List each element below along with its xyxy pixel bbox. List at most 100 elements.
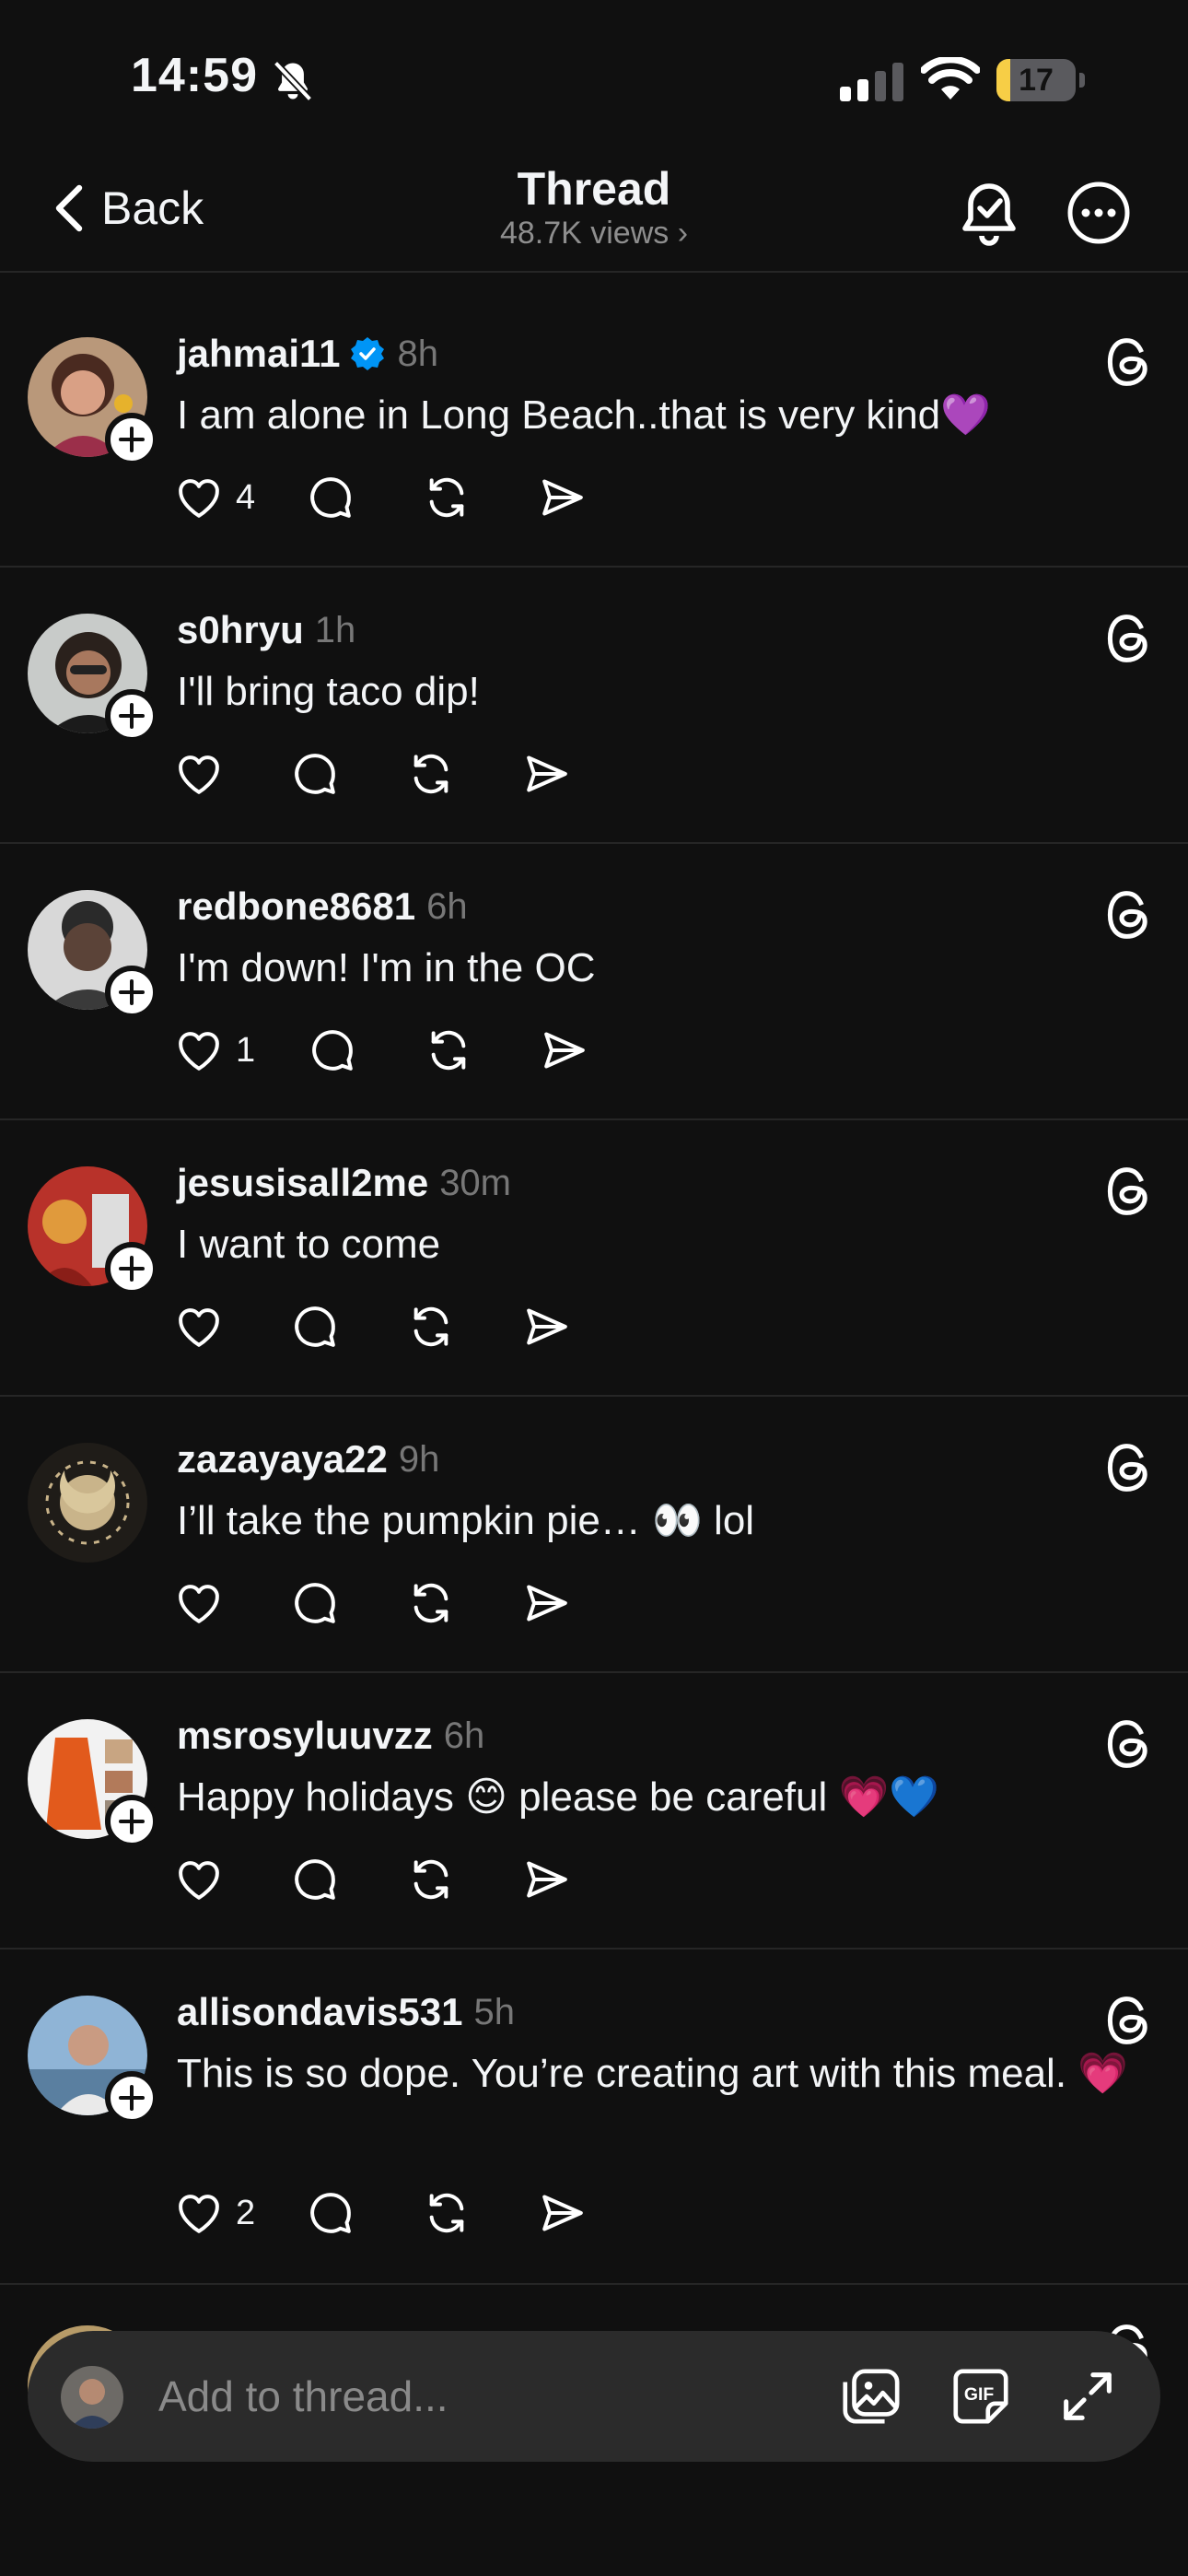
reply-actions bbox=[173, 1299, 573, 1354]
image-gallery-icon[interactable] bbox=[838, 2364, 903, 2429]
reply-button[interactable] bbox=[307, 1025, 358, 1076]
heart-icon bbox=[179, 1032, 219, 1071]
expand-icon[interactable] bbox=[1055, 2364, 1120, 2429]
repost-icon bbox=[413, 754, 448, 794]
comment-icon bbox=[295, 1859, 335, 1900]
reply-text: Happy holidays 😊 please be careful 💗💙 bbox=[177, 1774, 940, 1820]
timestamp: 8h bbox=[397, 333, 438, 374]
repost-button[interactable] bbox=[405, 1301, 457, 1352]
reply-actions: 4 bbox=[173, 470, 588, 525]
more-options-icon[interactable] bbox=[1066, 181, 1131, 245]
follow-plus-button[interactable] bbox=[105, 413, 158, 466]
plus-icon bbox=[119, 1809, 145, 1834]
reply-button[interactable] bbox=[289, 1301, 341, 1352]
share-button[interactable] bbox=[537, 472, 588, 523]
heart-icon bbox=[179, 755, 219, 794]
reply-actions bbox=[173, 746, 573, 802]
comment-icon bbox=[310, 477, 351, 518]
reply-text: I’ll take the pumpkin pie… 👀 lol bbox=[177, 1498, 755, 1543]
timestamp: 9h bbox=[398, 1438, 440, 1480]
reply-button[interactable] bbox=[305, 472, 356, 523]
username[interactable]: jahmai11 bbox=[177, 332, 340, 376]
heart-icon bbox=[179, 1585, 219, 1623]
like-button[interactable] bbox=[173, 1301, 225, 1352]
like-button[interactable] bbox=[173, 1577, 225, 1629]
reply-item: s0hryu 1h I'll bring taco dip! bbox=[0, 568, 1188, 844]
comment-icon bbox=[295, 1583, 335, 1623]
repost-button[interactable] bbox=[421, 472, 472, 523]
repost-button[interactable] bbox=[423, 1025, 474, 1076]
like-button[interactable] bbox=[173, 748, 225, 800]
repost-button[interactable] bbox=[421, 2187, 472, 2239]
reply-header: redbone8681 6h bbox=[177, 884, 468, 929]
threads-logo-icon bbox=[1107, 891, 1147, 939]
share-button[interactable] bbox=[521, 1577, 573, 1629]
username[interactable]: msrosyluuvzz bbox=[177, 1714, 433, 1758]
threads-logo-icon bbox=[1107, 615, 1147, 662]
like-button[interactable] bbox=[173, 1854, 225, 1905]
comment-icon bbox=[295, 1306, 335, 1347]
heart-icon bbox=[179, 1308, 219, 1347]
add-to-thread-input[interactable]: Add to thread... bbox=[158, 2371, 448, 2421]
repost-button[interactable] bbox=[405, 748, 457, 800]
add-to-thread-bar[interactable]: Add to thread... GIF bbox=[28, 2331, 1160, 2462]
comment-icon bbox=[295, 754, 335, 794]
follow-plus-button[interactable] bbox=[105, 1795, 158, 1848]
like-count: 2 bbox=[236, 2193, 256, 2232]
share-button[interactable] bbox=[537, 2187, 588, 2239]
send-icon bbox=[542, 479, 583, 516]
repost-button[interactable] bbox=[405, 1854, 457, 1905]
my-avatar bbox=[61, 2366, 123, 2429]
threads-logo-icon bbox=[1107, 1444, 1147, 1492]
reply-text: I want to come bbox=[177, 1222, 441, 1267]
reply-header: msrosyluuvzz 6h bbox=[177, 1714, 484, 1758]
reply-button[interactable] bbox=[289, 748, 341, 800]
username[interactable]: s0hryu bbox=[177, 608, 304, 652]
gif-icon[interactable]: GIF bbox=[949, 2364, 1013, 2429]
share-button[interactable] bbox=[521, 748, 573, 800]
send-icon bbox=[544, 1032, 585, 1069]
reply-header: jesusisall2me 30m bbox=[177, 1161, 511, 1205]
plus-icon bbox=[119, 1256, 145, 1282]
repost-button[interactable] bbox=[405, 1577, 457, 1629]
reply-button[interactable] bbox=[289, 1854, 341, 1905]
like-button[interactable]: 1 bbox=[173, 1025, 255, 1076]
follow-plus-button[interactable] bbox=[105, 966, 158, 1019]
repost-icon bbox=[431, 1030, 466, 1071]
nav-bar: Back Thread 48.7K views › bbox=[0, 157, 1188, 273]
share-button[interactable] bbox=[521, 1854, 573, 1905]
reply-header: s0hryu 1h bbox=[177, 608, 355, 652]
timestamp: 30m bbox=[439, 1162, 511, 1203]
reply-header: allisondavis531 5h bbox=[177, 1990, 515, 2034]
reply-item: zazayaya22 9h I’ll take the pumpkin pie…… bbox=[0, 1397, 1188, 1673]
reply-actions: 2 bbox=[173, 2185, 588, 2241]
send-icon bbox=[527, 1308, 567, 1345]
timestamp: 1h bbox=[314, 609, 356, 650]
like-button[interactable]: 2 bbox=[173, 2187, 255, 2239]
reply-button[interactable] bbox=[289, 1577, 341, 1629]
reply-button[interactable] bbox=[305, 2187, 356, 2239]
notification-bell-check-icon[interactable] bbox=[958, 181, 1020, 247]
reply-header: zazayaya22 9h bbox=[177, 1437, 439, 1481]
username[interactable]: redbone8681 bbox=[177, 884, 415, 929]
username[interactable]: jesusisall2me bbox=[177, 1161, 428, 1205]
reply-actions bbox=[173, 1852, 573, 1907]
threads-logo-icon bbox=[1107, 1167, 1147, 1215]
like-button[interactable]: 4 bbox=[173, 472, 255, 523]
username[interactable]: allisondavis531 bbox=[177, 1990, 463, 2034]
avatar[interactable] bbox=[28, 1443, 147, 1563]
timestamp: 6h bbox=[426, 885, 468, 927]
follow-plus-button[interactable] bbox=[105, 2071, 158, 2125]
cellular-signal-icon bbox=[840, 63, 903, 101]
heart-icon bbox=[179, 479, 219, 518]
heart-icon bbox=[179, 1861, 219, 1900]
repost-icon bbox=[413, 1583, 448, 1623]
follow-plus-button[interactable] bbox=[105, 1242, 158, 1295]
share-button[interactable] bbox=[521, 1301, 573, 1352]
username[interactable]: zazayaya22 bbox=[177, 1437, 388, 1481]
status-time: 14:59 bbox=[131, 49, 258, 102]
status-bar: 14:59 17 bbox=[0, 0, 1188, 157]
share-button[interactable] bbox=[539, 1025, 590, 1076]
reply-header: jahmai11 8h bbox=[177, 332, 438, 376]
follow-plus-button[interactable] bbox=[105, 689, 158, 743]
